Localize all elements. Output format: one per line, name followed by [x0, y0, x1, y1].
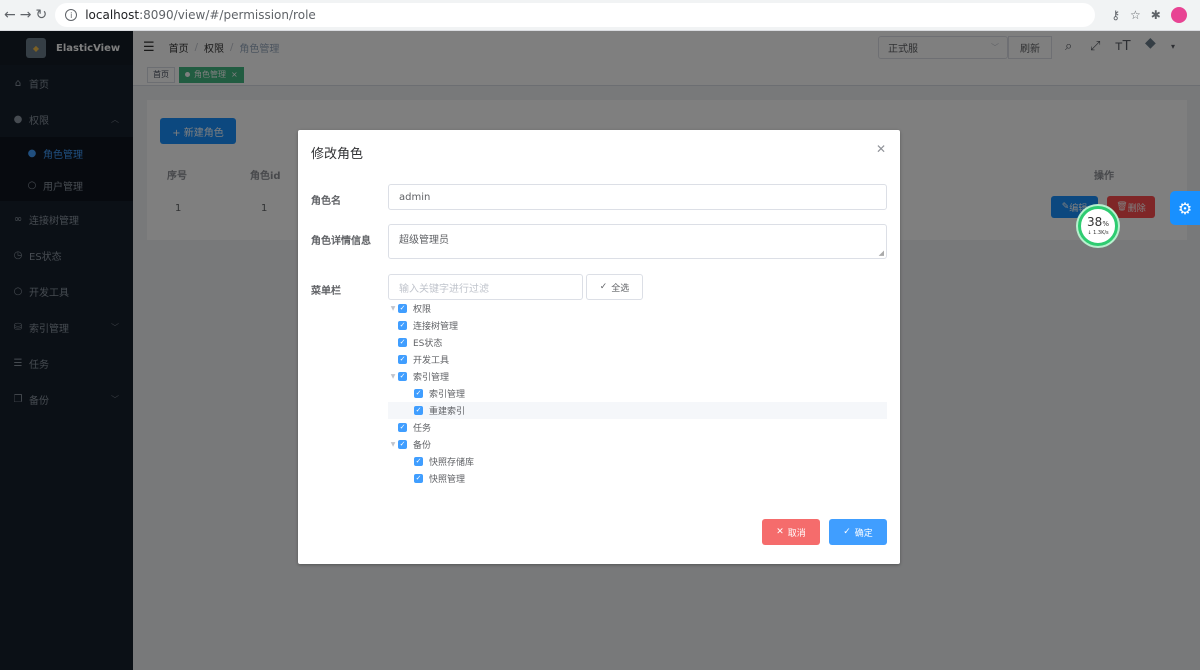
url-host: localhost [85, 8, 140, 22]
caret-down-icon[interactable]: ▼ [388, 305, 398, 312]
checkbox[interactable]: ✓ [398, 372, 407, 381]
speed-percent-unit: % [1102, 220, 1109, 228]
menu-filter-input[interactable]: 输入关键字进行过滤 [388, 274, 583, 300]
menu-tree: ▼ ✓ 权限 ✓ 连接树管理 ✓ ES状态 ✓ 开发工具 ▼ ✓ 索引管理 ✓ … [388, 300, 887, 487]
tree-node-label: 快照管理 [429, 475, 466, 485]
checkbox[interactable]: ✓ [414, 389, 423, 398]
checkbox[interactable]: ✓ [398, 321, 407, 330]
tree-node-index-management-child[interactable]: ✓ 索引管理 [388, 385, 887, 402]
edit-role-dialog: 修改角色 ✕ 角色名 admin 角色详情信息 超级管理员 ◢ 菜单栏 输入关键… [298, 130, 900, 564]
speed-percent-value: 38 [1087, 215, 1103, 229]
tree-node-snapshot-management[interactable]: ✓ 快照管理 [388, 470, 887, 487]
tree-node-label: 任务 [413, 424, 432, 434]
tree-node-reindex[interactable]: ✓ 重建索引 [388, 402, 887, 419]
caret-down-icon[interactable]: ▼ [388, 441, 398, 448]
cancel-label: 取消 [787, 528, 806, 539]
checkbox[interactable]: ✓ [414, 457, 423, 466]
check-icon: ✓ [843, 527, 851, 537]
speed-percent: 38% [1087, 216, 1109, 230]
close-icon: ✕ [776, 527, 784, 537]
address-bar[interactable]: i localhost:8090/view/#/permission/role [55, 3, 1096, 27]
role-name-label: 角色名 [311, 196, 341, 207]
profile-avatar[interactable] [1170, 7, 1187, 23]
tree-node-label: 索引管理 [413, 373, 450, 383]
tree-node-dev-tools[interactable]: ✓ 开发工具 [388, 351, 887, 368]
tree-node-label: ES状态 [413, 339, 443, 349]
dialog-title: 修改角色 [311, 147, 364, 162]
key-icon[interactable]: ⚷ [1111, 8, 1120, 22]
checkbox[interactable]: ✓ [398, 355, 407, 364]
tree-node-es-status[interactable]: ✓ ES状态 [388, 334, 887, 351]
role-detail-value: 超级管理员 [399, 235, 449, 246]
extension-icon[interactable]: ✱ [1151, 8, 1161, 22]
check-icon: ✓ [599, 282, 608, 292]
cancel-button[interactable]: ✕ 取消 [762, 519, 820, 545]
tree-node-label: 备份 [413, 441, 432, 451]
star-icon[interactable]: ☆ [1130, 8, 1141, 22]
tree-node-tasks[interactable]: ✓ 任务 [388, 419, 887, 436]
role-detail-textarea[interactable]: 超级管理员 ◢ [388, 224, 887, 259]
checkbox[interactable]: ✓ [398, 338, 407, 347]
network-speed-badge[interactable]: 38% ↓ 1.3K/s [1078, 206, 1118, 246]
tree-node-label: 开发工具 [413, 356, 450, 366]
url-path: :8090/view/#/permission/role [139, 8, 316, 22]
checkbox[interactable]: ✓ [414, 406, 423, 415]
checkbox[interactable]: ✓ [414, 474, 423, 483]
tree-node-permission[interactable]: ▼ ✓ 权限 [388, 300, 887, 317]
tree-node-label: 索引管理 [429, 390, 466, 400]
tree-node-backup[interactable]: ▼ ✓ 备份 [388, 436, 887, 453]
back-icon[interactable]: ← [4, 4, 16, 26]
confirm-button[interactable]: ✓ 确定 [829, 519, 887, 545]
role-detail-label: 角色详情信息 [311, 236, 371, 247]
speed-rate: ↓ 1.3K/s [1087, 230, 1109, 236]
checkbox[interactable]: ✓ [398, 440, 407, 449]
tree-node-label: 重建索引 [429, 407, 466, 417]
menu-label: 菜单栏 [311, 286, 341, 297]
resize-grip-icon[interactable]: ◢ [879, 249, 884, 257]
confirm-label: 确定 [854, 528, 873, 539]
tree-node-index-management[interactable]: ▼ ✓ 索引管理 [388, 368, 887, 385]
role-name-value: admin [399, 191, 431, 203]
select-all-button[interactable]: ✓ 全选 [586, 274, 643, 300]
tree-node-label: 权限 [413, 305, 432, 315]
info-icon[interactable]: i [65, 9, 78, 21]
tree-node-snapshot-repository[interactable]: ✓ 快照存储库 [388, 453, 887, 470]
browser-toolbar: ← → ↻ i localhost:8090/view/#/permission… [0, 0, 1200, 31]
settings-gear-button[interactable]: ⚙ [1170, 191, 1200, 225]
checkbox[interactable]: ✓ [398, 304, 407, 313]
select-all-label: 全选 [611, 283, 630, 294]
close-icon[interactable]: ✕ [876, 142, 886, 156]
tree-node-label: 快照存储库 [429, 458, 475, 468]
caret-down-icon[interactable]: ▼ [388, 373, 398, 380]
reload-icon[interactable]: ↻ [35, 4, 47, 26]
gear-icon: ⚙ [1177, 198, 1193, 218]
menu-filter-placeholder: 输入关键字进行过滤 [399, 283, 489, 295]
role-name-input[interactable]: admin [388, 184, 887, 210]
tree-node-link-tree[interactable]: ✓ 连接树管理 [388, 317, 887, 334]
forward-icon[interactable]: → [20, 4, 32, 26]
checkbox[interactable]: ✓ [398, 423, 407, 432]
tree-node-label: 连接树管理 [413, 322, 459, 332]
